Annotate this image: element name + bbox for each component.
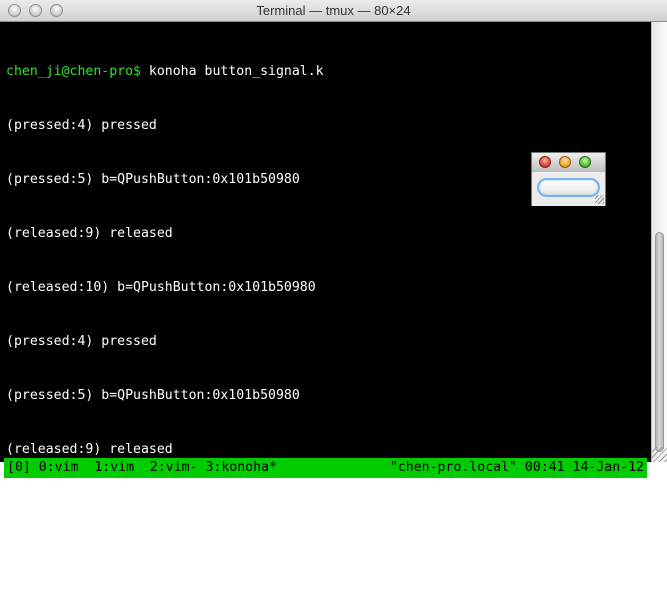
output-line: (pressed:5) b=QPushButton:0x101b50980 [6, 172, 300, 187]
resize-grip-icon[interactable] [652, 447, 667, 462]
qt-window-titlebar[interactable] [532, 153, 605, 172]
vertical-scrollbar[interactable] [651, 22, 667, 462]
qt-resize-grip-icon[interactable] [595, 195, 604, 204]
qt-close-icon[interactable] [539, 156, 551, 168]
tmux-status-bar: [0] 0:vim 1:vim 2:vim- 3:konoha* "chen-p… [4, 458, 647, 478]
terminal-area[interactable]: chen_ji@chen-pro$ konoha button_signal.k… [0, 22, 651, 564]
output-line: (released:9) released [6, 226, 173, 241]
output-line: (released:9) released [6, 442, 173, 457]
output-line: (released:10) b=QPushButton:0x101b50980 [6, 280, 316, 295]
command: konoha button_signal.k [140, 64, 324, 79]
prompt-line: chen_ji@chen-pro$ konoha button_signal.k [6, 63, 324, 81]
qt-button-window[interactable] [531, 152, 606, 206]
window-title: Terminal — tmux — 80×24 [256, 3, 411, 18]
prompt: chen_ji@chen-pro$ [6, 64, 141, 79]
output-line: (pressed:4) pressed [6, 334, 157, 349]
qt-minimize-icon[interactable] [559, 156, 571, 168]
terminal-output: chen_ji@chen-pro$ konoha button_signal.k… [6, 27, 324, 603]
output-line: (pressed:5) b=QPushButton:0x101b50980 [6, 388, 300, 403]
output-line: (pressed:4) pressed [6, 118, 157, 133]
window-titlebar[interactable]: Terminal — tmux — 80×24 [0, 0, 667, 22]
tmux-window-list[interactable]: [0] 0:vim 1:vim 2:vim- 3:konoha* [7, 458, 277, 478]
scrollbar-thumb[interactable] [655, 232, 664, 452]
qt-push-button[interactable] [537, 178, 600, 197]
qt-zoom-icon[interactable] [579, 156, 591, 168]
tmux-host-clock: "chen-pro.local" 00:41 14-Jan-12 [389, 460, 644, 475]
cursor-line [6, 549, 324, 567]
text-cursor [6, 549, 14, 564]
output-line: (released:10) b=QPushButton:0x101b50980 [6, 496, 316, 511]
